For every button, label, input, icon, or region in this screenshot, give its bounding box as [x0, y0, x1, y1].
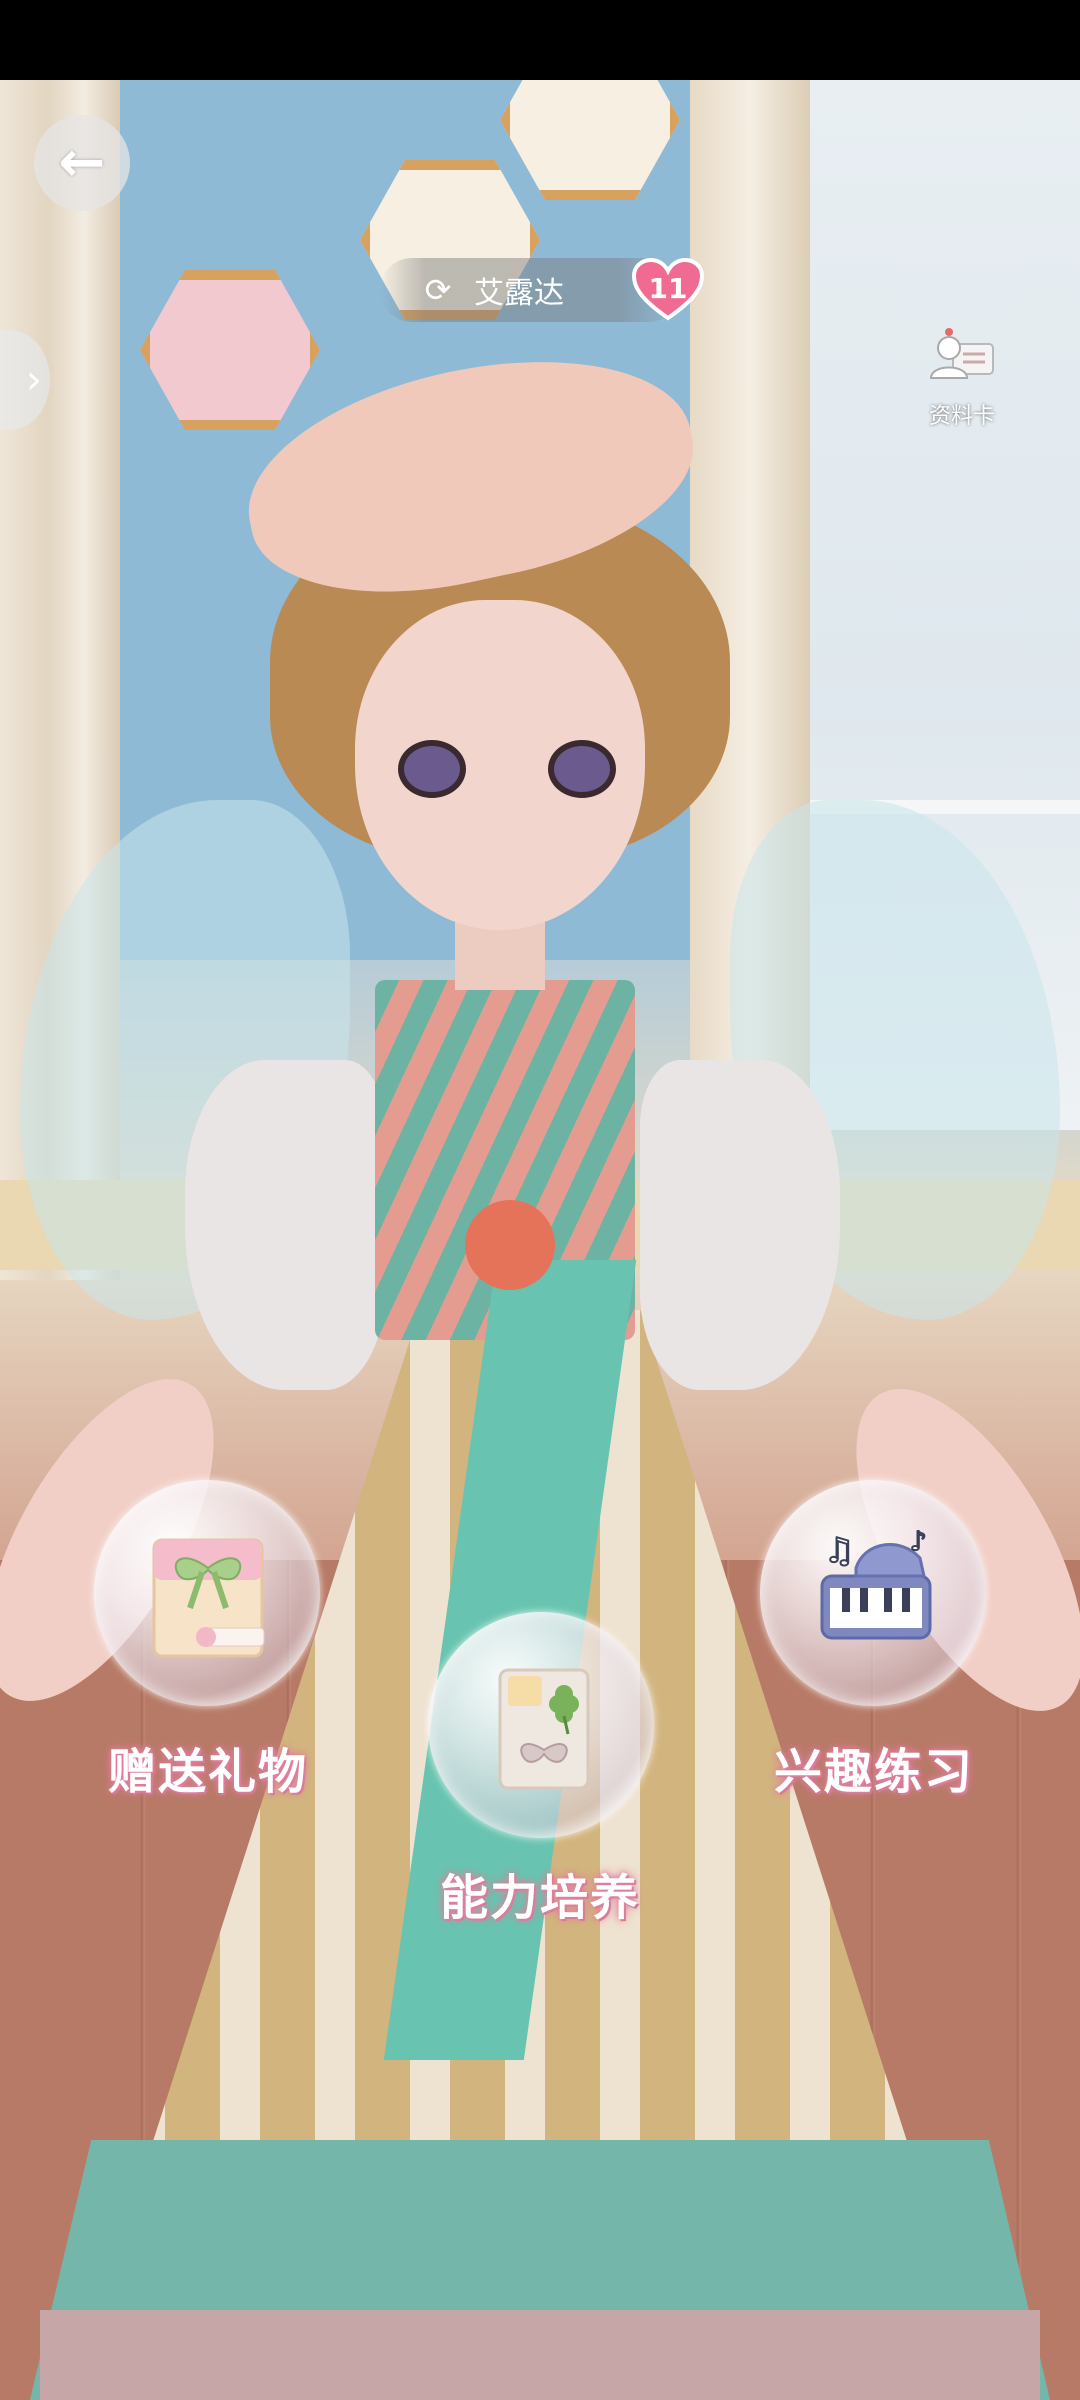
profile-card-icon	[927, 326, 997, 392]
dress-underlayer	[40, 2310, 1040, 2400]
hobby-practice-button[interactable]: ♫ ♪	[760, 1480, 986, 1706]
sleeve-right	[640, 1060, 840, 1390]
profile-card-label: 资料卡	[928, 404, 995, 429]
gift-label: 赠送礼物	[108, 1744, 309, 1800]
character-name: 艾露达	[474, 276, 564, 311]
hobby-practice-label: 兴趣练习	[774, 1744, 975, 1800]
status-bar	[0, 0, 1080, 80]
back-button[interactable]: ←	[34, 115, 130, 211]
ability-training-label: 能力培养	[440, 1870, 641, 1926]
affinity-level: 11	[648, 271, 688, 305]
svg-text:♫: ♫	[824, 1531, 854, 1571]
back-arrow-icon: ←	[58, 130, 106, 195]
eye-left	[398, 740, 466, 798]
gift-button[interactable]	[94, 1480, 320, 1706]
piano-music-icon: ♫ ♪	[820, 1526, 932, 1640]
switch-character-icon: ⟳	[424, 271, 452, 309]
profile-card-button[interactable]: 资料卡	[912, 326, 1012, 446]
rose-brooch	[465, 1200, 555, 1290]
gift-bag-icon	[152, 1538, 265, 1658]
affinity-heart[interactable]: 11	[632, 258, 704, 322]
ability-training-button[interactable]	[428, 1612, 654, 1838]
sleeve-left	[185, 1060, 385, 1390]
svg-text:♪: ♪	[910, 1527, 927, 1557]
clover-book-icon	[498, 1668, 590, 1790]
eye-right	[548, 740, 616, 798]
chevron-right-icon: ›	[26, 357, 42, 403]
